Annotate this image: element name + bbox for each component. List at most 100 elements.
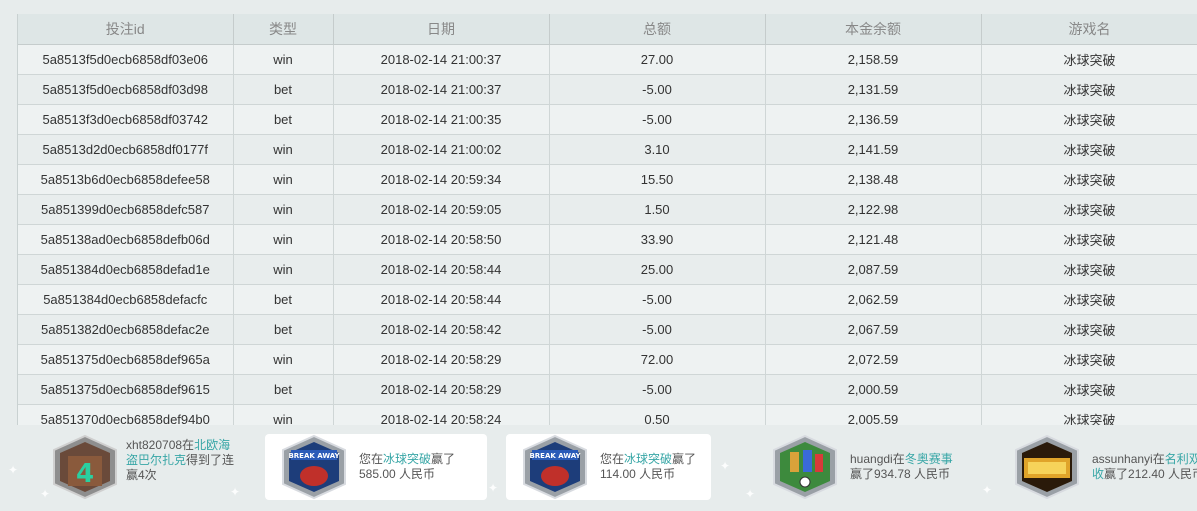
ticker-user: xht820708在: [126, 437, 195, 452]
ticker-item[interactable]: assunhanyi在名利双 收赢了212.40 人民币: [1012, 433, 1197, 501]
ticker-item[interactable]: BREAK AWAY 您在冰球突破赢了 114.00 人民币: [506, 434, 711, 500]
ticker-game-link[interactable]: 收: [1092, 467, 1104, 481]
cell-date: 2018-02-14 20:59:05: [333, 194, 550, 225]
ticker-game-link[interactable]: 冰球突破: [624, 452, 672, 466]
table-row[interactable]: 5a8513f5d0ecb6858df03d98 bet 2018-02-14 21…: [18, 74, 1197, 105]
cell-type: bet: [233, 284, 334, 315]
ticker-game-link[interactable]: 北欧海: [194, 438, 230, 452]
cell-date: 2018-02-14 21:00:35: [333, 104, 550, 135]
bet-history-table: 投注id 类型 日期 总额 本金余额 游戏名 5a8513f5d0ecb6858…: [18, 14, 1197, 425]
cell-balance: 2,087.59: [765, 254, 982, 285]
sparkle-icon: ✦: [745, 487, 756, 501]
table-body: 5a8513f5d0ecb6858df03e06 win 2018-02-14 21…: [18, 44, 1197, 425]
ticker-item[interactable]: 4 xht820708在北欧海 盗巴尔扎克得到了连 赢4次: [50, 433, 280, 501]
cell-game-name: 冰球突破: [981, 44, 1197, 75]
table-row[interactable]: 5a851370d0ecb6858def94b0 win 2018-02-14 20…: [18, 404, 1197, 425]
cell-type: bet: [233, 314, 334, 345]
svg-text:BREAK AWAY: BREAK AWAY: [529, 452, 581, 460]
cell-game-name: 冰球突破: [981, 74, 1197, 105]
cell-total: -5.00: [549, 74, 766, 105]
cell-date: 2018-02-14 20:58:44: [333, 284, 550, 315]
cell-total: 15.50: [549, 164, 766, 195]
cell-date: 2018-02-14 21:00:37: [333, 74, 550, 105]
table-row[interactable]: 5a851384d0ecb6858defad1e win 2018-02-14 20…: [18, 254, 1197, 285]
soccer-game-icon: [770, 434, 840, 500]
cell-game-name: 冰球突破: [981, 404, 1197, 425]
cell-date: 2018-02-14 21:00:02: [333, 134, 550, 165]
cell-bet-id: 5a8513f5d0ecb6858df03e06: [18, 44, 234, 75]
win-ticker: ✦ ✦ ✦ ✦ ✦ ✦ ✦ 4 xht820708在北欧海 盗巴尔扎克得到了连 …: [0, 425, 1197, 511]
svg-text:BREAK AWAY: BREAK AWAY: [288, 452, 340, 460]
ticker-amount: 赢了934.78 人民币: [850, 467, 951, 481]
cell-type: win: [233, 44, 334, 75]
sparkle-icon: ✦: [40, 487, 51, 501]
cell-game-name: 冰球突破: [981, 344, 1197, 375]
column-header-date[interactable]: 日期: [333, 14, 550, 45]
cell-date: 2018-02-14 21:00:37: [333, 44, 550, 75]
ticker-message: xht820708在北欧海 盗巴尔扎克得到了连 赢4次: [126, 438, 234, 483]
column-header-type[interactable]: 类型: [233, 14, 334, 45]
table-header-row: 投注id 类型 日期 总额 本金余额 游戏名: [18, 14, 1197, 45]
table-row[interactable]: 5a851399d0ecb6858defc587 win 2018-02-14 20…: [18, 194, 1197, 225]
cell-game-name: 冰球突破: [981, 254, 1197, 285]
gold-game-icon: [1012, 434, 1082, 500]
cell-type: bet: [233, 374, 334, 405]
cell-date: 2018-02-14 20:59:34: [333, 164, 550, 195]
column-header-game-name[interactable]: 游戏名: [981, 14, 1197, 45]
column-header-total[interactable]: 总额: [549, 14, 766, 45]
ticker-item[interactable]: huangdi在冬奥赛事 赢了934.78 人民币: [770, 433, 990, 501]
cell-bet-id: 5a851375d0ecb6858def965a: [18, 344, 234, 375]
ticker-game-link[interactable]: 冰球突破: [383, 452, 431, 466]
table-row[interactable]: 5a851384d0ecb6858defacfc bet 2018-02-14 20…: [18, 284, 1197, 315]
ticker-message: 您在冰球突破赢了 114.00 人民币: [600, 452, 696, 482]
ticker-item[interactable]: BREAK AWAY 您在冰球突破赢了 585.00 人民币: [265, 434, 487, 500]
cell-total: 72.00: [549, 344, 766, 375]
cell-date: 2018-02-14 20:58:29: [333, 344, 550, 375]
cell-type: bet: [233, 74, 334, 105]
cell-type: win: [233, 404, 334, 425]
table-row[interactable]: 5a8513f5d0ecb6858df03e06 win 2018-02-14 21…: [18, 44, 1197, 75]
cell-total: -5.00: [549, 104, 766, 135]
cell-total: -5.00: [549, 284, 766, 315]
cell-balance: 2,136.59: [765, 104, 982, 135]
table-row[interactable]: 5a8513d2d0ecb6858df0177f win 2018-02-14 21…: [18, 134, 1197, 165]
ticker-text: 赢4次: [126, 467, 157, 482]
breakaway-game-icon: BREAK AWAY: [520, 434, 590, 500]
cell-game-name: 冰球突破: [981, 164, 1197, 195]
table-row[interactable]: 5a851375d0ecb6858def965a win 2018-02-14 20…: [18, 344, 1197, 375]
breakaway-game-icon: BREAK AWAY: [279, 434, 349, 500]
column-header-balance[interactable]: 本金余额: [765, 14, 982, 45]
cell-type: win: [233, 224, 334, 255]
column-header-bet-id[interactable]: 投注id: [18, 14, 234, 45]
sparkle-icon: ✦: [720, 459, 731, 473]
cell-bet-id: 5a851384d0ecb6858defacfc: [18, 284, 234, 315]
ticker-message: huangdi在冬奥赛事 赢了934.78 人民币: [850, 452, 953, 482]
ticker-game-link[interactable]: 名利双: [1165, 452, 1197, 466]
ticker-message: assunhanyi在名利双 收赢了212.40 人民币: [1092, 452, 1197, 482]
ticker-user: huangdi在: [850, 452, 905, 466]
ticker-game-link[interactable]: 盗巴尔扎克: [126, 453, 186, 467]
ticker-amount: 赢了212.40 人民币: [1104, 467, 1197, 481]
ticker-text: 赢了: [431, 452, 456, 466]
cell-bet-id: 5a851375d0ecb6858def9615: [18, 374, 234, 405]
cell-balance: 2,122.98: [765, 194, 982, 225]
cell-total: 33.90: [549, 224, 766, 255]
table-row[interactable]: 5a8513b6d0ecb6858defee58 win 2018-02-14 20…: [18, 164, 1197, 195]
bet-history-table-container[interactable]: 投注id 类型 日期 总额 本金余额 游戏名 5a8513f5d0ecb6858…: [17, 14, 1197, 425]
table-row[interactable]: 5a851382d0ecb6858defac2e bet 2018-02-14 20…: [18, 314, 1197, 345]
cell-total: 0.50: [549, 404, 766, 425]
cell-bet-id: 5a8513f5d0ecb6858df03d98: [18, 74, 234, 105]
cell-game-name: 冰球突破: [981, 314, 1197, 345]
cell-total: 25.00: [549, 254, 766, 285]
table-row[interactable]: 5a851375d0ecb6858def9615 bet 2018-02-14 20…: [18, 374, 1197, 405]
table-row[interactable]: 5a8513f3d0ecb6858df03742 bet 2018-02-14 21…: [18, 104, 1197, 135]
game-thumbnail-icon: 4: [50, 434, 120, 500]
cell-type: win: [233, 194, 334, 225]
cell-date: 2018-02-14 20:58:42: [333, 314, 550, 345]
table-row[interactable]: 5a85138ad0ecb6858defb06d win 2018-02-14 20…: [18, 224, 1197, 255]
ticker-game-link[interactable]: 冬奥赛事: [905, 452, 953, 466]
cell-total: 1.50: [549, 194, 766, 225]
cell-game-name: 冰球突破: [981, 134, 1197, 165]
cell-bet-id: 5a8513f3d0ecb6858df03742: [18, 104, 234, 135]
ticker-text: 赢了: [672, 452, 697, 466]
